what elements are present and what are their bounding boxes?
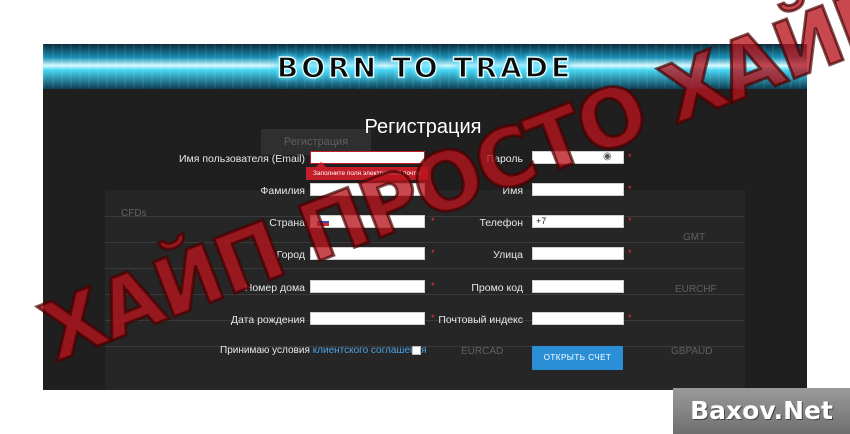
banner-logo-text: BORN TO TRADE xyxy=(276,50,574,84)
lastname-label: Фамилия xyxy=(260,185,305,197)
error-tooltip: Заполните поля электронной почты xyxy=(306,162,428,180)
birthdate-input[interactable] xyxy=(310,312,425,325)
background-text: GBPAUD xyxy=(671,346,713,357)
terms-text: Принимаю условия клиентского соглашения xyxy=(220,345,427,356)
header-banner: BORN TO TRADE xyxy=(43,44,807,89)
house-number-input[interactable] xyxy=(310,280,425,293)
required-mark: * xyxy=(628,313,632,323)
terms-checkbox[interactable] xyxy=(412,346,421,355)
open-account-button[interactable]: ОТКРЫТЬ СЧЕТ xyxy=(532,346,623,370)
background-text: EURCAD xyxy=(461,346,504,357)
city-input[interactable] xyxy=(310,247,425,260)
required-mark: * xyxy=(628,152,632,162)
password-label: Пароль xyxy=(486,153,523,165)
username-label: Имя пользователя (Email) xyxy=(178,153,305,165)
firstname-label: Имя xyxy=(502,185,523,197)
birthdate-label: Дата рождения xyxy=(230,314,305,326)
phone-input[interactable]: +7 xyxy=(532,215,624,228)
eye-icon[interactable]: ◉ xyxy=(603,151,612,162)
site-brand-logo: Baxov.Net xyxy=(673,388,850,434)
postcode-input[interactable] xyxy=(532,312,624,325)
terms-prefix: Принимаю условия xyxy=(220,345,310,356)
terms-link[interactable]: клиентского соглашения xyxy=(313,345,427,356)
username-input[interactable] xyxy=(310,151,425,164)
russia-flag-icon xyxy=(317,218,329,226)
house-number-label: Номер дома xyxy=(244,282,305,294)
phone-label: Телефон xyxy=(479,217,523,229)
street-input[interactable] xyxy=(532,247,624,260)
required-mark: * xyxy=(628,216,632,226)
promo-code-input[interactable] xyxy=(532,280,624,293)
form-title: Регистрация xyxy=(364,116,482,138)
city-label: Город xyxy=(276,249,305,261)
background-text: GMT xyxy=(683,232,706,243)
country-label: Страна xyxy=(269,217,305,229)
required-mark: * xyxy=(628,248,632,258)
street-label: Улица xyxy=(493,249,523,261)
required-mark: * xyxy=(628,184,632,194)
firstname-input[interactable] xyxy=(532,183,624,196)
lastname-input[interactable] xyxy=(310,183,425,196)
screenshot-frame: BORN TO TRADE Регистрация CFDs EURCHF EU… xyxy=(43,44,807,390)
promo-code-label: Промо код xyxy=(471,282,523,294)
postcode-label: Почтовый индекс xyxy=(438,314,523,326)
background-text: EURCHF xyxy=(675,284,717,295)
